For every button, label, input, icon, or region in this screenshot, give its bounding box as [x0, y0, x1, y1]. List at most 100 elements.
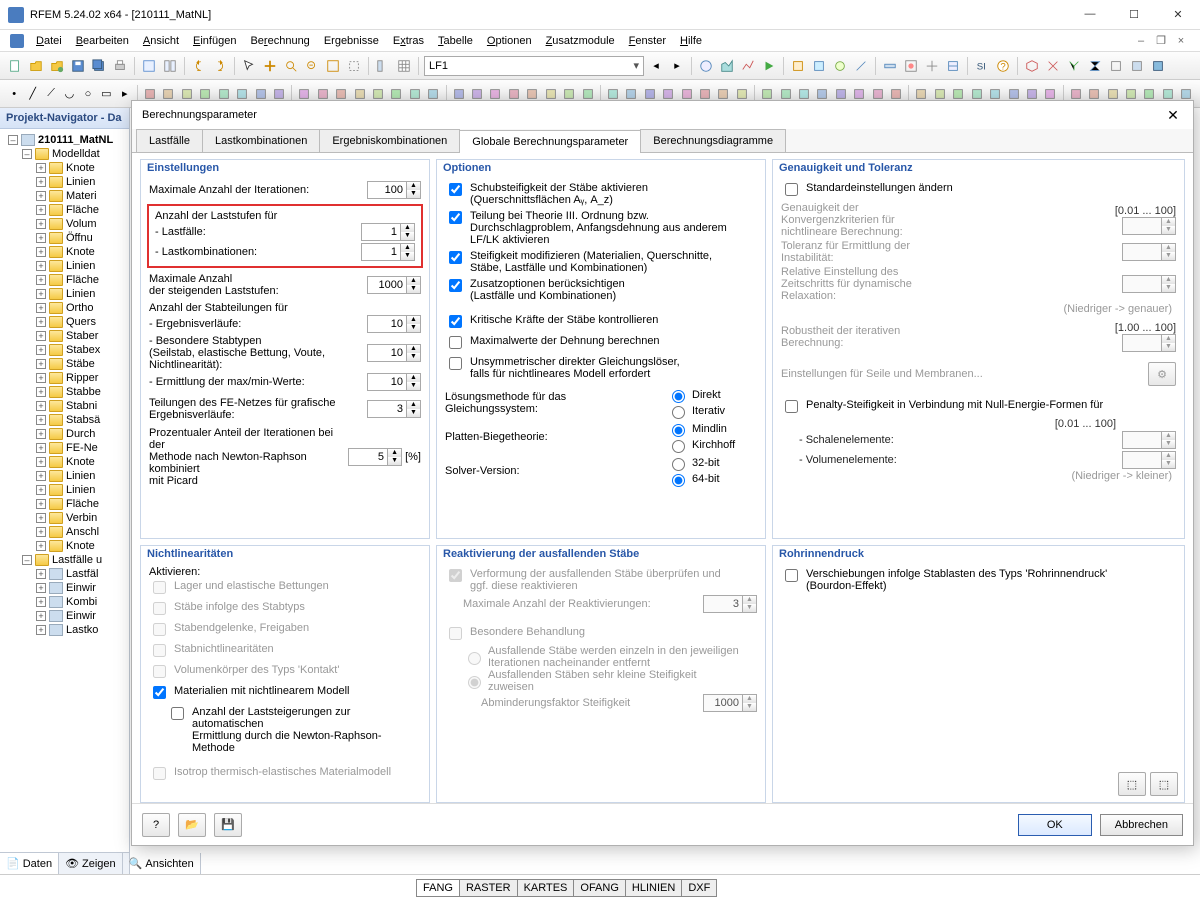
prev-icon[interactable]: ◂: [647, 57, 665, 75]
render-icon[interactable]: [1149, 57, 1167, 75]
specialtypes-spinner[interactable]: ▲▼: [367, 344, 421, 362]
table-icon[interactable]: [395, 57, 413, 75]
navigator-icon[interactable]: [374, 57, 392, 75]
status-kartes[interactable]: KARTES: [517, 879, 575, 897]
nav-item[interactable]: +Stabni: [2, 399, 127, 413]
load-button[interactable]: 📂: [178, 813, 206, 837]
chk-critforces[interactable]: Kritische Kräfte der Stäbe kontrollieren: [445, 312, 757, 333]
inc-loadsteps-spinner[interactable]: ▲▼: [367, 276, 421, 294]
move-icon[interactable]: [261, 57, 279, 75]
radio-kirchhoff[interactable]: Kirchhoff: [667, 437, 757, 453]
nav-tab-daten[interactable]: 📄Daten: [0, 853, 59, 874]
nav-item[interactable]: +Ripper: [2, 371, 127, 385]
picard-spinner[interactable]: ▲▼: [348, 448, 402, 466]
results-icon[interactable]: [718, 57, 736, 75]
menu-ansicht[interactable]: Ansicht: [137, 33, 185, 49]
nav-load-item[interactable]: +Lastko: [2, 623, 127, 637]
menu-hilfe[interactable]: Hilfe: [674, 33, 708, 49]
chk-auto-nr[interactable]: Anzahl der Laststeigerungen zur automati…: [149, 704, 421, 756]
model-icon[interactable]: [140, 57, 158, 75]
node-icon[interactable]: •: [6, 85, 22, 103]
expand2-button[interactable]: ⬚: [1150, 772, 1178, 796]
nav-item[interactable]: +FE-Ne: [2, 441, 127, 455]
chk-asym[interactable]: Unsymmetrischer direkter Gleichungslöser…: [445, 354, 757, 382]
menu-ergebnisse[interactable]: Ergebnisse: [318, 33, 385, 49]
menu-datei[interactable]: Datei: [30, 33, 68, 49]
mdi-close[interactable]: ×: [1172, 35, 1190, 47]
nav-item[interactable]: +Linien: [2, 175, 127, 189]
nav-item[interactable]: +Stabex: [2, 343, 127, 357]
tool-b-icon[interactable]: [810, 57, 828, 75]
nav-item[interactable]: +Knote: [2, 455, 127, 469]
nav-tab-ansichten[interactable]: 🔍Ansichten: [123, 853, 201, 874]
chk-stiffness[interactable]: Steifigkeit modifizieren (Materialien, Q…: [445, 248, 757, 276]
open-icon[interactable]: [27, 57, 45, 75]
status-fang[interactable]: FANG: [416, 879, 460, 897]
chk-maxstrain[interactable]: Maximalwerte der Dehnung berechnen: [445, 333, 757, 354]
nav-item[interactable]: +Verbin: [2, 511, 127, 525]
rect-icon[interactable]: ▭: [98, 85, 114, 103]
tab-globale-parameter[interactable]: Globale Berechnungsparameter: [459, 130, 641, 153]
menu-tabelle[interactable]: Tabelle: [432, 33, 479, 49]
menu-fenster[interactable]: Fenster: [623, 33, 672, 49]
print-icon[interactable]: [111, 57, 129, 75]
circle-icon[interactable]: ○: [80, 85, 96, 103]
menu-berechnung[interactable]: Berechnung: [244, 33, 315, 49]
nav-item[interactable]: +Knote: [2, 161, 127, 175]
mdi-restore[interactable]: ❐: [1152, 34, 1170, 47]
tool-e-icon[interactable]: [881, 57, 899, 75]
select-icon[interactable]: [240, 57, 258, 75]
saveall-icon[interactable]: [90, 57, 108, 75]
nav-item[interactable]: +Quers: [2, 315, 127, 329]
tool-g-icon[interactable]: [923, 57, 941, 75]
chk-extra[interactable]: Zusatzoptionen berücksichtigen(Lastfälle…: [445, 276, 757, 304]
diagram-icon[interactable]: [739, 57, 757, 75]
nav-item[interactable]: +Durch: [2, 427, 127, 441]
nav-item[interactable]: +Stäbe: [2, 357, 127, 371]
redo-icon[interactable]: [211, 57, 229, 75]
resultcurves-spinner[interactable]: ▲▼: [367, 315, 421, 333]
menu-optionen[interactable]: Optionen: [481, 33, 538, 49]
solid-icon[interactable]: [1128, 57, 1146, 75]
nav-load-item[interactable]: +Lastfäl: [2, 567, 127, 581]
menu-bearbeiten[interactable]: Bearbeiten: [70, 33, 135, 49]
undo-icon[interactable]: [190, 57, 208, 75]
nav-item[interactable]: +Stabbe: [2, 385, 127, 399]
nav-item[interactable]: +Anschl: [2, 525, 127, 539]
calc-icon[interactable]: [697, 57, 715, 75]
nav-load-item[interactable]: +Einwir: [2, 581, 127, 595]
open2-icon[interactable]: [48, 57, 66, 75]
status-dxf[interactable]: DXF: [681, 879, 717, 897]
save-settings-button[interactable]: 💾: [214, 813, 242, 837]
navigator-tree[interactable]: –210111_MatNL –Modelldat +Knote+Linien+M…: [0, 129, 129, 835]
zoom-icon[interactable]: [282, 57, 300, 75]
ok-button[interactable]: OK: [1018, 814, 1092, 836]
line-icon[interactable]: ╱: [24, 85, 40, 103]
nav-item[interactable]: +Fläche: [2, 273, 127, 287]
menu-extras[interactable]: Extras: [387, 33, 430, 49]
radio-iterative[interactable]: Iterativ: [667, 403, 757, 419]
wireframe-icon[interactable]: [1107, 57, 1125, 75]
tab-ergebniskombinationen[interactable]: Ergebniskombinationen: [319, 129, 460, 152]
tab-lastfaelle[interactable]: Lastfälle: [136, 129, 203, 152]
tool-c-icon[interactable]: [831, 57, 849, 75]
loadcases-steps-spinner[interactable]: ▲▼: [361, 223, 415, 241]
chk-bourdon[interactable]: Verschiebungen infolge Stablasten des Ty…: [781, 566, 1176, 594]
help-button[interactable]: ?: [142, 813, 170, 837]
loadcase-combo[interactable]: LF1▾: [424, 56, 644, 76]
nav-load-item[interactable]: +Einwir: [2, 609, 127, 623]
chk-shear[interactable]: Schubsteifigkeit der Stäbe aktivieren(Qu…: [445, 180, 757, 208]
minimize-button[interactable]: —: [1076, 8, 1104, 21]
nav-item[interactable]: +Knote: [2, 539, 127, 553]
nav-item[interactable]: +Volum: [2, 217, 127, 231]
radio-32bit[interactable]: 32-bit: [667, 455, 757, 471]
radio-direct[interactable]: Direkt: [667, 387, 757, 403]
max-iterations-spinner[interactable]: ▲▼: [367, 181, 421, 199]
units-icon[interactable]: SI: [973, 57, 991, 75]
view-x-icon[interactable]: [1044, 57, 1062, 75]
close-button[interactable]: ✕: [1164, 8, 1192, 21]
cancel-button[interactable]: Abbrechen: [1100, 814, 1183, 836]
radio-mindlin[interactable]: Mindlin: [667, 421, 757, 437]
dialog-close-button[interactable]: ✕: [1163, 107, 1183, 124]
chk-matnl[interactable]: Materialien mit nichtlinearem Modell: [149, 683, 421, 704]
